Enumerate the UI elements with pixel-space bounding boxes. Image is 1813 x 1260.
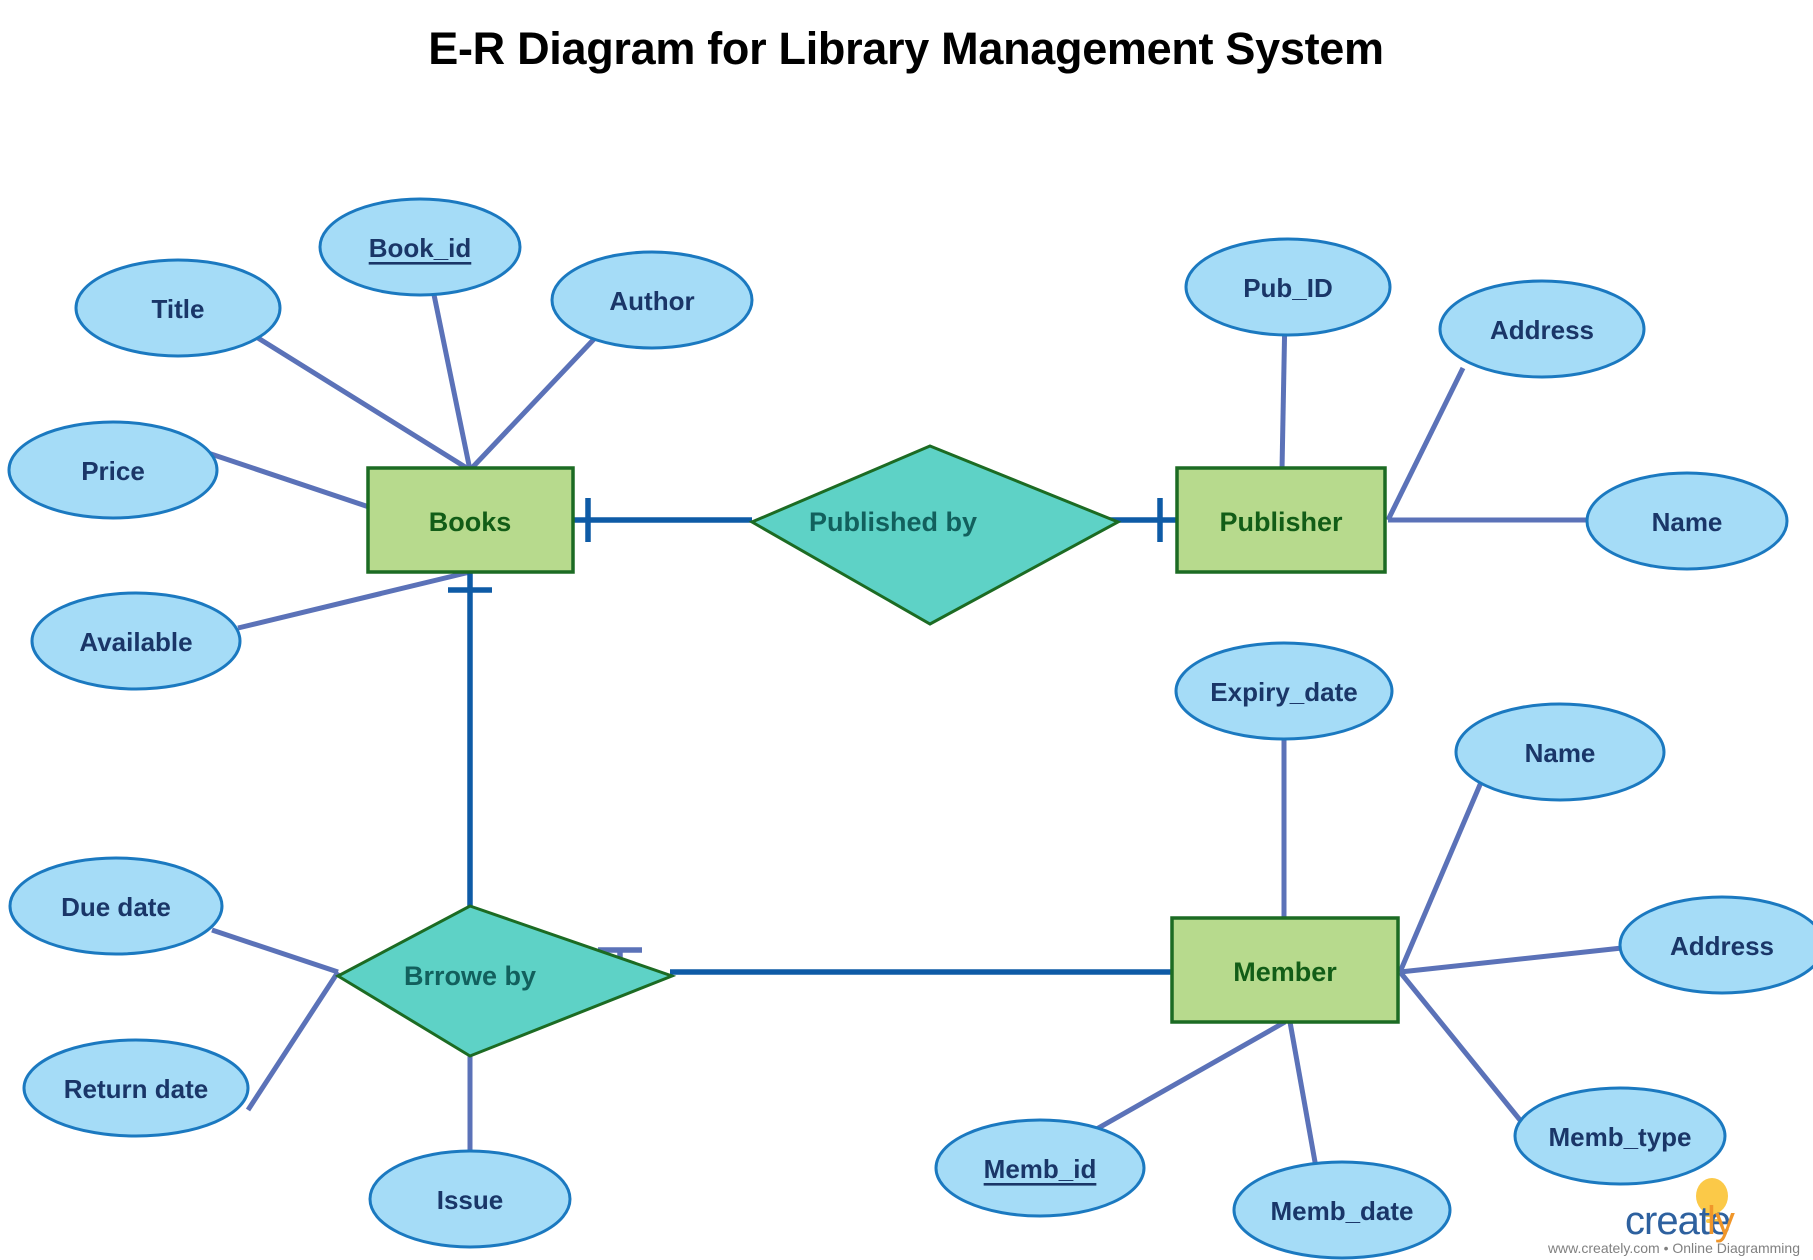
relationship-node-brrowe-by[interactable]: Brrowe by [334, 904, 677, 1058]
attribute-label-pub-id: Pub_ID [1243, 273, 1333, 303]
attribute-node-issue[interactable]: Issue [368, 1149, 572, 1249]
attribute-node-expiry-date[interactable]: Expiry_date [1174, 641, 1394, 741]
link-address-member [1399, 945, 1623, 975]
attribute-node-book-id[interactable]: Book_id [318, 197, 522, 297]
attribute-node-title[interactable]: Title [74, 258, 282, 358]
er-diagram-canvas: E-R Diagram for Library Management Syste… [0, 0, 1813, 1260]
attribute-label-available: Available [79, 627, 192, 657]
er-diagram-svg: E-R Diagram for Library Management Syste… [7, 23, 1813, 1260]
attribute-node-return-date[interactable]: Return date [22, 1038, 250, 1138]
attribute-label-book-id: Book_id [369, 233, 472, 263]
link-returndate-brroweby [245, 970, 341, 1112]
entity-label-books: Books [429, 507, 512, 537]
entity-label-publisher: Publisher [1219, 507, 1343, 537]
relationship-label-brrowe-by: Brrowe by [404, 961, 536, 991]
page-title: E-R Diagram for Library Management Syste… [428, 23, 1383, 74]
creately-watermark[interactable]: create ly www.creately.com • Online Diag… [1547, 1178, 1800, 1256]
relationship-label-published-by: Published by [809, 507, 977, 537]
attribute-label-mem-address: Address [1670, 931, 1774, 961]
entity-node-books[interactable]: Books [366, 466, 575, 574]
link-name-member [1397, 779, 1485, 973]
attribute-label-memb-type: Memb_type [1548, 1122, 1691, 1152]
link-address-publisher [1385, 366, 1466, 522]
attribute-node-due-date[interactable]: Due date [8, 856, 224, 956]
attribute-label-due-date: Due date [61, 892, 171, 922]
relationship-node-published-by[interactable]: Published by [748, 444, 1122, 626]
watermark-brand-accent: ly [1707, 1199, 1735, 1243]
link-bookid-books [429, 284, 473, 471]
attribute-label-expiry-date: Expiry_date [1210, 677, 1357, 707]
watermark-tagline: www.creately.com • Online Diagramming [1547, 1240, 1800, 1256]
attribute-node-available[interactable]: Available [30, 591, 242, 691]
attribute-node-memb-date[interactable]: Memb_date [1232, 1160, 1452, 1260]
attribute-label-mem-name: Name [1525, 738, 1596, 768]
link-available-books [237, 569, 471, 631]
attribute-label-memb-id: Memb_id [984, 1154, 1097, 1184]
link-author-books [468, 336, 597, 472]
attribute-node-author[interactable]: Author [550, 250, 754, 350]
attribute-node-mem-name[interactable]: Name [1454, 702, 1666, 802]
attribute-label-title: Title [152, 294, 205, 324]
link-title-books [256, 335, 472, 473]
attribute-node-mem-address[interactable]: Address [1618, 895, 1813, 995]
attribute-label-return-date: Return date [64, 1074, 208, 1104]
attribute-node-price[interactable]: Price [7, 420, 219, 520]
attribute-label-issue: Issue [437, 1185, 504, 1215]
attribute-node-pub-address[interactable]: Address [1438, 279, 1646, 379]
attribute-label-memb-date: Memb_date [1270, 1196, 1413, 1226]
link-membtype-member [1398, 970, 1522, 1122]
attribute-label-price: Price [81, 456, 145, 486]
attribute-node-pub-id[interactable]: Pub_ID [1184, 237, 1392, 337]
attribute-node-memb-id[interactable]: Memb_id [934, 1118, 1146, 1218]
entity-node-publisher[interactable]: Publisher [1175, 466, 1387, 574]
entity-label-member: Member [1233, 957, 1337, 987]
entity-node-member[interactable]: Member [1170, 916, 1400, 1024]
link-price-books [204, 449, 373, 511]
attribute-label-author: Author [609, 286, 694, 316]
attribute-label-pub-name: Name [1652, 507, 1723, 537]
attribute-node-pub-name[interactable]: Name [1585, 471, 1789, 571]
attribute-label-pub-address: Address [1490, 315, 1594, 345]
link-duedate-brroweby [211, 927, 339, 975]
attribute-node-memb-type[interactable]: Memb_type [1513, 1086, 1727, 1186]
